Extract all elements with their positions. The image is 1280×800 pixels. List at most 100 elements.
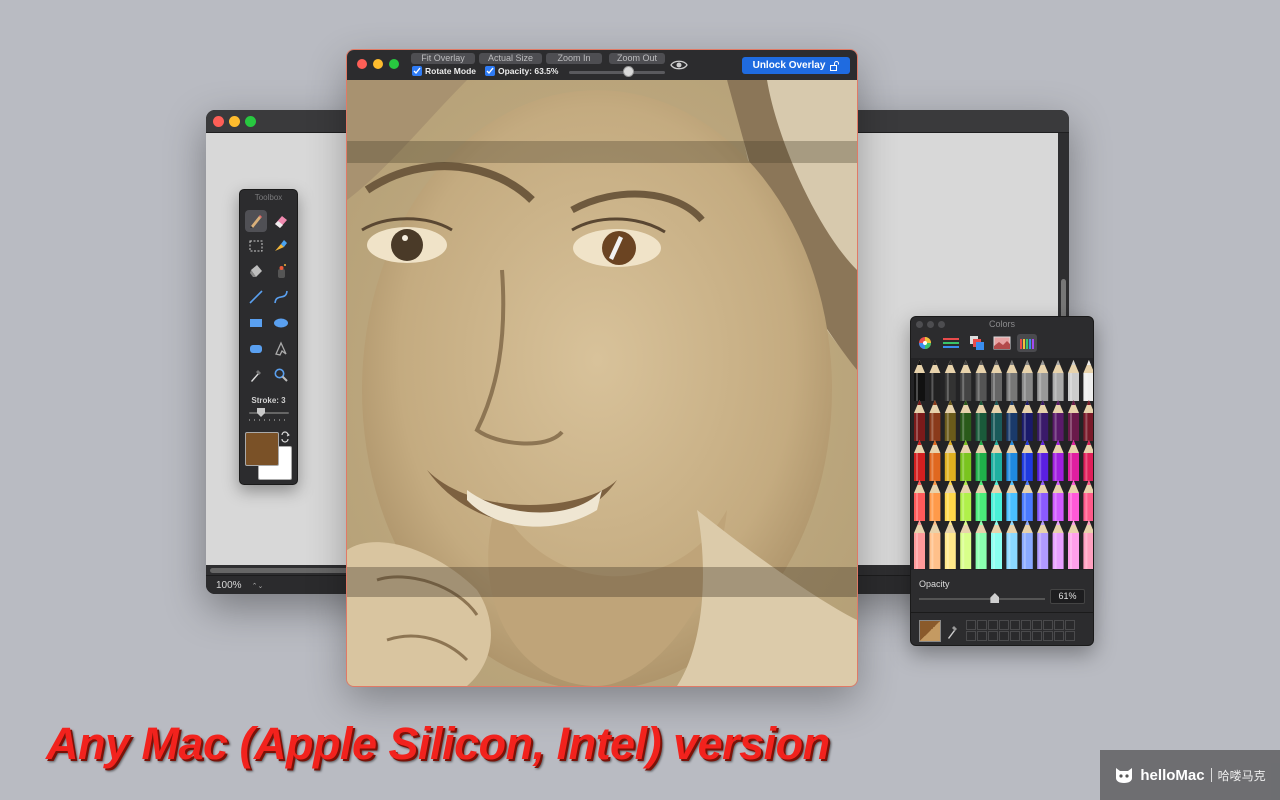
empty-swatch[interactable] — [1054, 620, 1064, 630]
empty-swatch[interactable] — [1032, 631, 1042, 641]
zoom-out-button[interactable]: Zoom Out — [609, 53, 665, 64]
pencil-swatch[interactable] — [1021, 400, 1033, 441]
color-palettes-mode[interactable] — [967, 334, 987, 352]
rotate-mode-checkbox[interactable] — [412, 66, 422, 76]
color-wheel-mode[interactable] — [915, 334, 935, 352]
magnifier-tool[interactable] — [270, 364, 292, 386]
image-palettes-mode[interactable] — [992, 334, 1012, 352]
pencil-swatch[interactable] — [960, 480, 972, 521]
overlay-minimize-button[interactable] — [373, 59, 383, 69]
pencil-swatch[interactable] — [929, 440, 941, 481]
pencil-swatch[interactable] — [975, 480, 987, 521]
line-tool[interactable] — [245, 286, 267, 308]
zoom-in-button[interactable]: Zoom In — [546, 53, 602, 64]
pencil-swatch[interactable] — [975, 400, 987, 441]
eyedropper-icon[interactable] — [946, 623, 960, 639]
pencils-grid[interactable] — [911, 358, 1094, 570]
curve-tool[interactable] — [270, 286, 292, 308]
pencil-swatch[interactable] — [929, 520, 941, 569]
custom-swatches[interactable] — [966, 620, 1078, 642]
pencil-swatch[interactable] — [991, 480, 1002, 521]
pencil-swatch[interactable] — [944, 440, 956, 481]
pencil-swatch[interactable] — [929, 360, 941, 401]
pencil-swatch[interactable] — [914, 520, 925, 569]
pencil-swatch[interactable] — [1037, 360, 1049, 401]
paint-bucket-tool[interactable] — [245, 260, 267, 282]
ellipse-tool[interactable] — [270, 312, 292, 334]
empty-swatch[interactable] — [999, 631, 1009, 641]
opacity-slider-thumb[interactable] — [990, 593, 1000, 603]
empty-swatch[interactable] — [977, 631, 987, 641]
pencil-swatch[interactable] — [944, 400, 956, 441]
empty-swatch[interactable] — [1010, 620, 1020, 630]
pencil-swatch[interactable] — [1068, 480, 1079, 521]
rectangle-tool[interactable] — [245, 312, 267, 334]
pencil-swatch[interactable] — [914, 400, 925, 441]
empty-swatch[interactable] — [966, 620, 976, 630]
pencil-tool[interactable] — [245, 210, 267, 232]
vertical-scroll-thumb[interactable] — [1061, 279, 1066, 319]
pencil-swatch[interactable] — [1083, 440, 1094, 481]
pencil-swatch[interactable] — [944, 360, 956, 401]
empty-swatch[interactable] — [1032, 620, 1042, 630]
eraser-tool[interactable] — [270, 210, 292, 232]
pencil-swatch[interactable] — [944, 520, 956, 569]
overlay-opacity-thumb[interactable] — [622, 66, 634, 77]
pencil-swatch[interactable] — [1068, 360, 1079, 401]
pencil-swatch[interactable] — [944, 480, 956, 521]
zoom-level-popup[interactable]: 100% ⌃⌄ — [216, 578, 268, 593]
pencil-swatch[interactable] — [975, 360, 987, 401]
overlay-opacity-slider[interactable] — [569, 66, 665, 78]
pencil-swatch[interactable] — [1021, 360, 1033, 401]
pencil-swatch[interactable] — [1037, 400, 1049, 441]
pencil-swatch[interactable] — [1083, 520, 1094, 569]
pencil-swatch[interactable] — [1083, 480, 1094, 521]
spray-tool[interactable] — [270, 260, 292, 282]
lasso-tool[interactable] — [270, 235, 292, 257]
polygon-tool[interactable] — [270, 338, 292, 360]
pencil-swatch[interactable] — [991, 400, 1002, 441]
pencil-swatch[interactable] — [960, 360, 972, 401]
pencil-swatch[interactable] — [975, 440, 987, 481]
pencil-swatch[interactable] — [1006, 360, 1018, 401]
eyedropper-tool[interactable] — [245, 364, 267, 386]
overlay-image[interactable] — [347, 80, 857, 686]
pencil-swatch[interactable] — [1021, 480, 1033, 521]
rounded-rect-tool[interactable] — [245, 338, 267, 360]
pencil-swatch[interactable] — [1006, 400, 1018, 441]
empty-swatch[interactable] — [1010, 631, 1020, 641]
opacity-value-field[interactable]: 61% — [1050, 589, 1085, 604]
opacity-checkbox[interactable] — [485, 66, 495, 76]
empty-swatch[interactable] — [999, 620, 1009, 630]
pencil-swatch[interactable] — [991, 520, 1002, 569]
unlock-overlay-button[interactable]: Unlock Overlay — [742, 57, 850, 74]
empty-swatch[interactable] — [1065, 631, 1075, 641]
eye-icon[interactable] — [670, 58, 688, 72]
empty-swatch[interactable] — [977, 620, 987, 630]
pencil-swatch[interactable] — [929, 480, 941, 521]
pencil-swatch[interactable] — [1006, 520, 1018, 569]
pencil-swatch[interactable] — [1068, 400, 1079, 441]
pencil-swatch[interactable] — [1006, 480, 1018, 521]
pencil-swatch[interactable] — [1021, 440, 1033, 481]
pencil-swatch[interactable] — [1052, 480, 1064, 521]
empty-swatch[interactable] — [966, 631, 976, 641]
pencil-swatch[interactable] — [1037, 440, 1049, 481]
pencil-swatch[interactable] — [991, 360, 1002, 401]
pencils-mode[interactable] — [1017, 334, 1037, 352]
pencil-swatch[interactable] — [975, 520, 987, 569]
empty-swatch[interactable] — [988, 631, 998, 641]
empty-swatch[interactable] — [1043, 631, 1053, 641]
rect-select-tool[interactable] — [245, 235, 267, 257]
pencil-swatch[interactable] — [960, 400, 972, 441]
pencil-swatch[interactable] — [1052, 360, 1064, 401]
pencil-swatch[interactable] — [914, 480, 925, 521]
empty-swatch[interactable] — [1021, 631, 1031, 641]
pencil-swatch[interactable] — [991, 440, 1002, 481]
pencil-swatch[interactable] — [960, 520, 972, 569]
pencil-swatch[interactable] — [960, 440, 972, 481]
pencil-swatch[interactable] — [929, 400, 941, 441]
foreground-color-swatch[interactable] — [245, 432, 279, 466]
overlay-zoom-button[interactable] — [389, 59, 399, 69]
pencil-swatch[interactable] — [1037, 520, 1049, 569]
